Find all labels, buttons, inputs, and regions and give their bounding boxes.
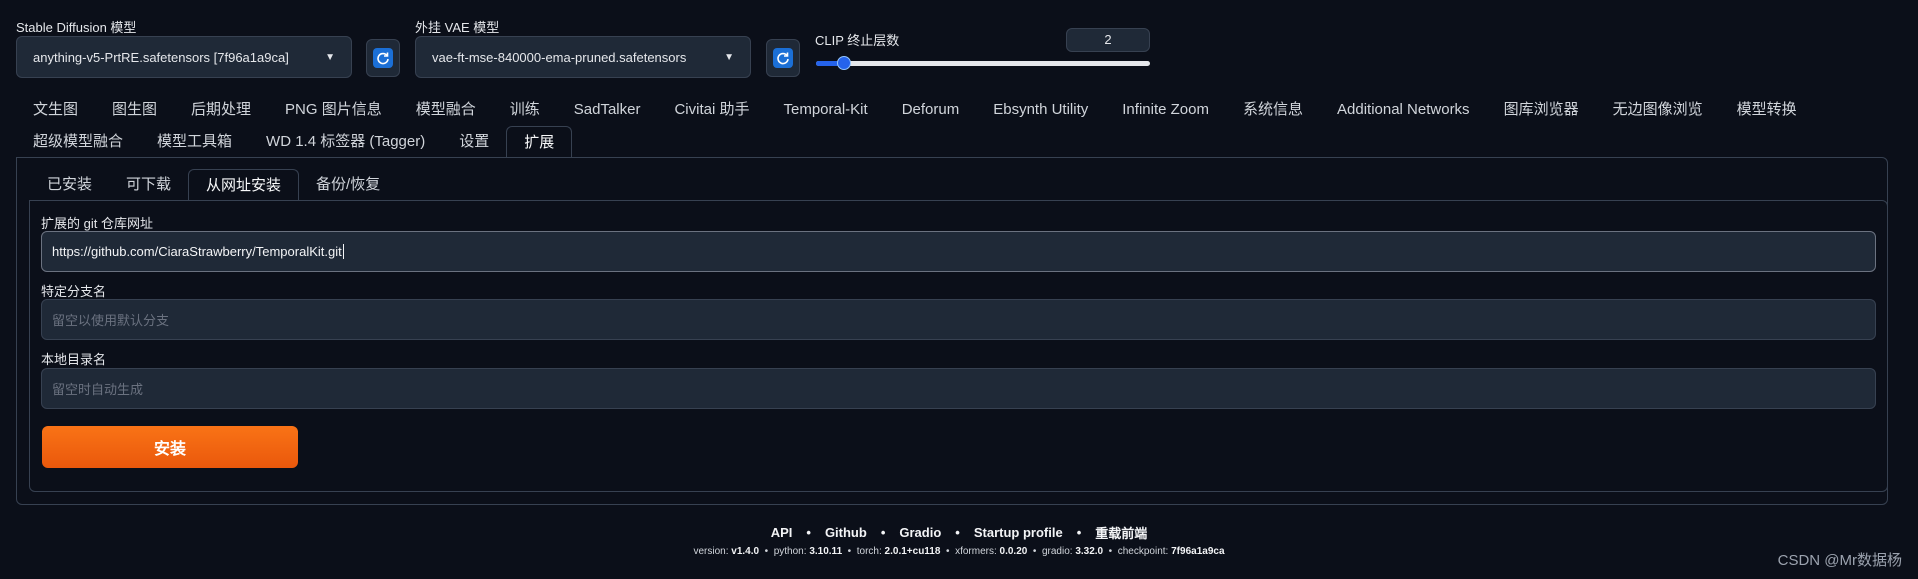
main-tab[interactable]: Civitai 助手 [657, 94, 766, 126]
vae-select[interactable]: vae-ft-mse-840000-ema-pruned.safetensors… [415, 36, 751, 78]
chevron-down-icon: ▼ [325, 51, 335, 63]
version-value: 3.32.0 [1075, 546, 1104, 557]
separator-dot: • [880, 525, 886, 540]
version-key: xformers: [955, 546, 997, 557]
version-value: 7f96a1a9ca [1171, 546, 1225, 557]
sub-tab[interactable]: 备份/恢复 [299, 169, 397, 201]
main-tab[interactable]: 超级模型融合 [16, 126, 140, 158]
footer-link[interactable]: Github [825, 525, 867, 540]
branch-input[interactable]: 留空以使用默认分支 [41, 299, 1876, 340]
sub-tab[interactable]: 已安装 [30, 169, 109, 201]
separator-dot: • [940, 546, 956, 557]
main-tab[interactable]: 后期处理 [174, 94, 268, 126]
footer-link[interactable]: Gradio [899, 525, 941, 540]
main-tab[interactable]: PNG 图片信息 [268, 94, 399, 126]
footer-link[interactable]: Startup profile [974, 525, 1063, 540]
separator-dot: • [1103, 546, 1118, 557]
refresh-icon [773, 48, 793, 68]
vae-refresh-button[interactable] [766, 39, 800, 77]
main-tab[interactable]: 文生图 [16, 94, 95, 126]
clip-skip-slider-thumb[interactable] [836, 56, 851, 70]
main-tab[interactable]: 图库浏览器 [1487, 94, 1596, 126]
version-key: torch: [856, 546, 882, 557]
version-key: python: [773, 546, 807, 557]
extension-sub-tab-bar: 已安装 可下载 从网址安装 备份/恢复 [30, 169, 397, 201]
footer-link[interactable]: 重载前端 [1095, 523, 1147, 542]
main-tab[interactable]: SadTalker [557, 94, 658, 126]
separator-dot: • [806, 525, 811, 540]
main-tab[interactable]: Ebsynth Utility [976, 94, 1105, 126]
main-tab[interactable]: 图生图 [95, 94, 174, 126]
install-button[interactable]: 安装 [42, 426, 298, 468]
main-tab[interactable]: Additional Networks [1320, 94, 1487, 126]
version-key: gradio: [1041, 546, 1073, 557]
sub-tab[interactable]: 从网址安装 [188, 169, 300, 201]
sd-model-label: Stable Diffusion 模型 [16, 20, 137, 35]
footer-link[interactable]: API [771, 525, 793, 540]
git-url-label: 扩展的 git 仓库网址 [41, 216, 153, 231]
main-tab[interactable]: 模型融合 [399, 94, 493, 126]
version-key: version: [693, 546, 729, 557]
version-key: checkpoint: [1117, 546, 1169, 557]
main-tab[interactable]: 系统信息 [1226, 94, 1320, 126]
separator-dot: • [955, 525, 960, 540]
main-tab[interactable]: 模型转换 [1720, 94, 1814, 126]
refresh-icon [373, 48, 393, 68]
chevron-down-icon: ▼ [724, 51, 734, 63]
version-value: 3.10.11 [809, 546, 843, 557]
main-tab[interactable]: 扩展 [506, 126, 573, 158]
git-url-input[interactable]: https://github.com/CiaraStrawberry/Tempo… [41, 231, 1876, 272]
sd-model-value: anything-v5-PrtRE.safetensors [7f96a1a9c… [33, 49, 289, 65]
main-tab[interactable]: 模型工具箱 [140, 126, 249, 158]
clip-skip-input[interactable]: 2 [1066, 28, 1150, 52]
main-tab[interactable]: WD 1.4 标签器 (Tagger) [249, 126, 442, 158]
main-tab-bar: 文生图 图生图 后期处理 PNG 图片信息 模型融合 训练 SadTalker Civitai… [16, 94, 1814, 126]
main-tab[interactable]: 无边图像浏览 [1596, 94, 1720, 126]
sd-model-select[interactable]: anything-v5-PrtRE.safetensors [7f96a1a9c… [16, 36, 352, 78]
vae-label: 外挂 VAE 模型 [415, 20, 500, 35]
version-value: v1.4.0 [731, 546, 760, 557]
main-tab[interactable]: 训练 [493, 94, 557, 126]
local-dir-label: 本地目录名 [41, 352, 107, 367]
clip-skip-label: CLIP 终止层数 [815, 33, 900, 48]
version-value: 0.0.20 [999, 546, 1028, 557]
footer-links: API • Github • Gradio • Startup profile • 重载前端 [0, 523, 1918, 542]
text-cursor [342, 244, 344, 259]
sub-tab[interactable]: 可下载 [109, 169, 188, 201]
main-tab-bar-secondary: 超级模型融合 模型工具箱 WD 1.4 标签器 (Tagger) 设置 扩展 [16, 126, 573, 158]
version-info: version: v1.4.0 • python: 3.10.11 • torc… [0, 546, 1918, 557]
main-tab[interactable]: Deforum [885, 94, 977, 126]
separator-dot: • [1027, 546, 1042, 557]
main-tab[interactable]: Infinite Zoom [1105, 94, 1226, 126]
main-tab[interactable]: Temporal-Kit [766, 94, 884, 126]
git-url-value: https://github.com/CiaraStrawberry/Tempo… [52, 244, 342, 259]
separator-dot: • [842, 546, 857, 557]
branch-label: 特定分支名 [41, 284, 107, 299]
vae-value: vae-ft-mse-840000-ema-pruned.safetensors [432, 49, 687, 65]
watermark: CSDN @Mr数据杨 [1777, 552, 1902, 569]
separator-dot: • [1076, 525, 1082, 540]
clip-skip-slider-track[interactable] [816, 56, 1150, 70]
sd-model-refresh-button[interactable] [366, 39, 400, 77]
local-dir-input[interactable]: 留空时自动生成 [41, 368, 1876, 409]
version-value: 2.0.1+cu118 [884, 546, 941, 557]
main-tab[interactable]: 设置 [442, 126, 506, 158]
separator-dot: • [759, 546, 774, 557]
